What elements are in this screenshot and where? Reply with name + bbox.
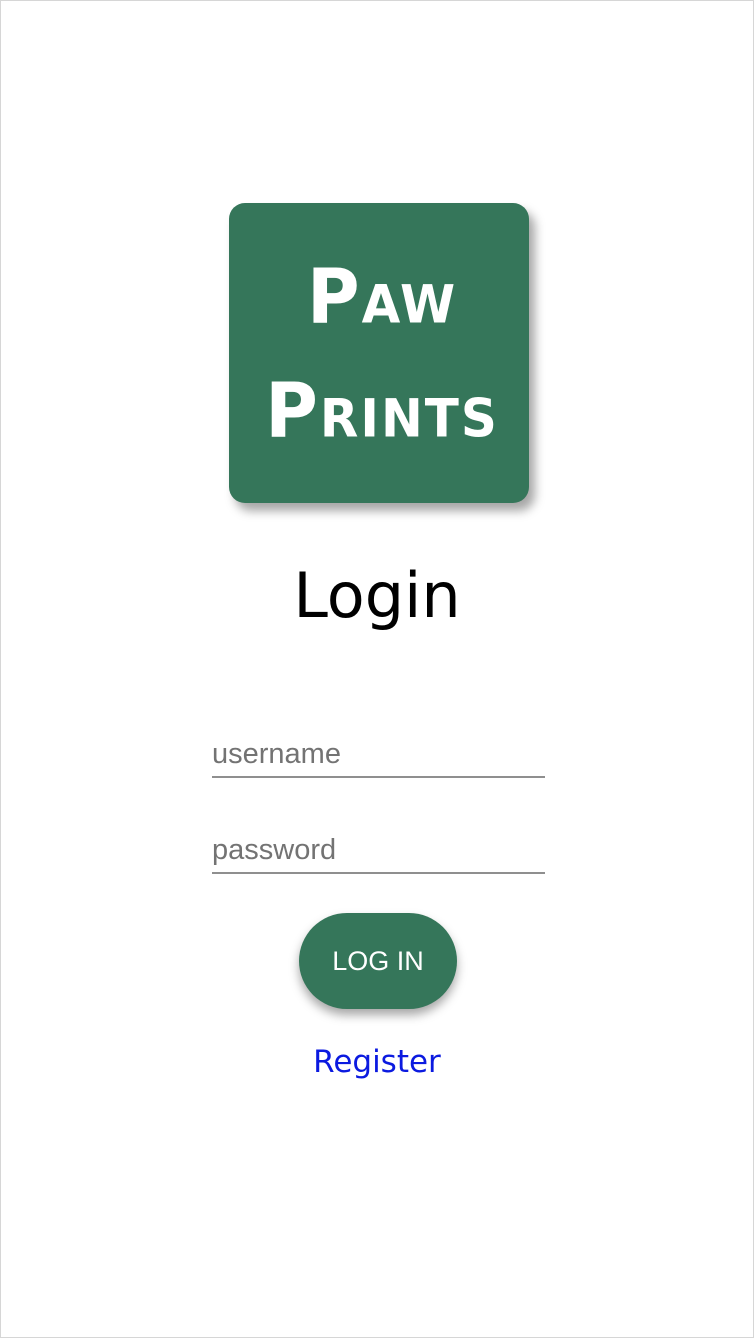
register-link-container: Register bbox=[1, 1047, 753, 1078]
register-link[interactable]: Register bbox=[313, 1044, 441, 1080]
password-input[interactable] bbox=[212, 828, 545, 872]
logo-text-line1: Paw bbox=[306, 251, 458, 341]
login-screen: Paw Prints Login LOG IN Register bbox=[0, 0, 754, 1338]
login-button[interactable]: LOG IN bbox=[299, 913, 457, 1009]
username-input[interactable] bbox=[212, 732, 545, 776]
username-field-container bbox=[212, 732, 545, 778]
page-title: Login bbox=[293, 559, 461, 632]
logo-text-line2: Prints bbox=[265, 365, 499, 455]
password-field-container bbox=[212, 828, 545, 874]
paw-prints-logo: Paw Prints bbox=[229, 203, 529, 503]
